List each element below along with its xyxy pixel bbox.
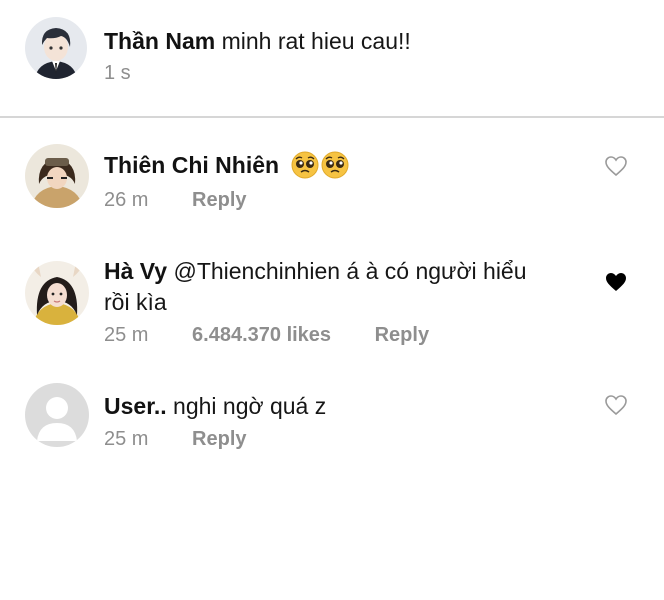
caption-line: Thần Nam minh rat hieu cau!! <box>104 26 411 57</box>
avatar[interactable] <box>25 261 89 325</box>
comment-time: 25 m <box>104 428 149 450</box>
comment-line: rồi kìa <box>104 287 167 318</box>
post-caption: Thần Nam minh rat hieu cau!! 1 s <box>0 0 664 116</box>
like-heart-icon[interactable] <box>604 155 628 177</box>
comment-time: 25 m <box>104 324 149 346</box>
caption-time: 1 s <box>104 62 131 84</box>
reply-button[interactable]: Reply <box>192 189 246 211</box>
comment-username[interactable]: Thiên Chi Nhiên <box>104 152 279 178</box>
comment-line: User.. nghi ngờ quá z <box>104 391 326 422</box>
like-heart-icon[interactable] <box>604 394 628 416</box>
avatar-image <box>25 17 87 79</box>
likes-count[interactable]: 6.484.370 likes <box>192 324 331 346</box>
comment-text: nghi ngờ quá z <box>173 393 327 419</box>
caption-meta: 1 s <box>104 61 131 85</box>
comment-username[interactable]: Hà Vy <box>104 258 167 284</box>
comment-meta: 25 m Reply <box>104 427 247 451</box>
caption-username[interactable]: Thần Nam <box>104 28 215 54</box>
avatar[interactable] <box>25 383 89 447</box>
reply-button[interactable]: Reply <box>192 428 246 450</box>
avatar-image <box>25 383 89 447</box>
comment-username[interactable]: User.. <box>104 393 167 419</box>
avatar-image <box>25 144 89 208</box>
comment-meta: 26 m Reply <box>104 188 247 212</box>
comment-meta: 25 m 6.484.370 likes Reply <box>104 323 429 347</box>
avatar-image <box>25 261 89 325</box>
comment-text: @Thienchinhien á à có người hiểu <box>173 258 527 284</box>
divider <box>0 116 664 118</box>
comment-text: rồi kìa <box>104 289 167 315</box>
comment-time: 26 m <box>104 189 149 211</box>
comment-line: Thiên Chi Nhiên <box>104 150 349 187</box>
pleading-face-icon <box>321 151 349 187</box>
liked-heart-icon[interactable] <box>604 271 628 293</box>
caption-text: minh rat hieu cau!! <box>221 28 411 54</box>
comment-line: Hà Vy @Thienchinhien á à có người hiểu <box>104 256 527 287</box>
avatar[interactable] <box>25 17 87 79</box>
reply-button[interactable]: Reply <box>375 324 429 346</box>
pleading-face-icon <box>291 151 319 187</box>
avatar[interactable] <box>25 144 89 208</box>
